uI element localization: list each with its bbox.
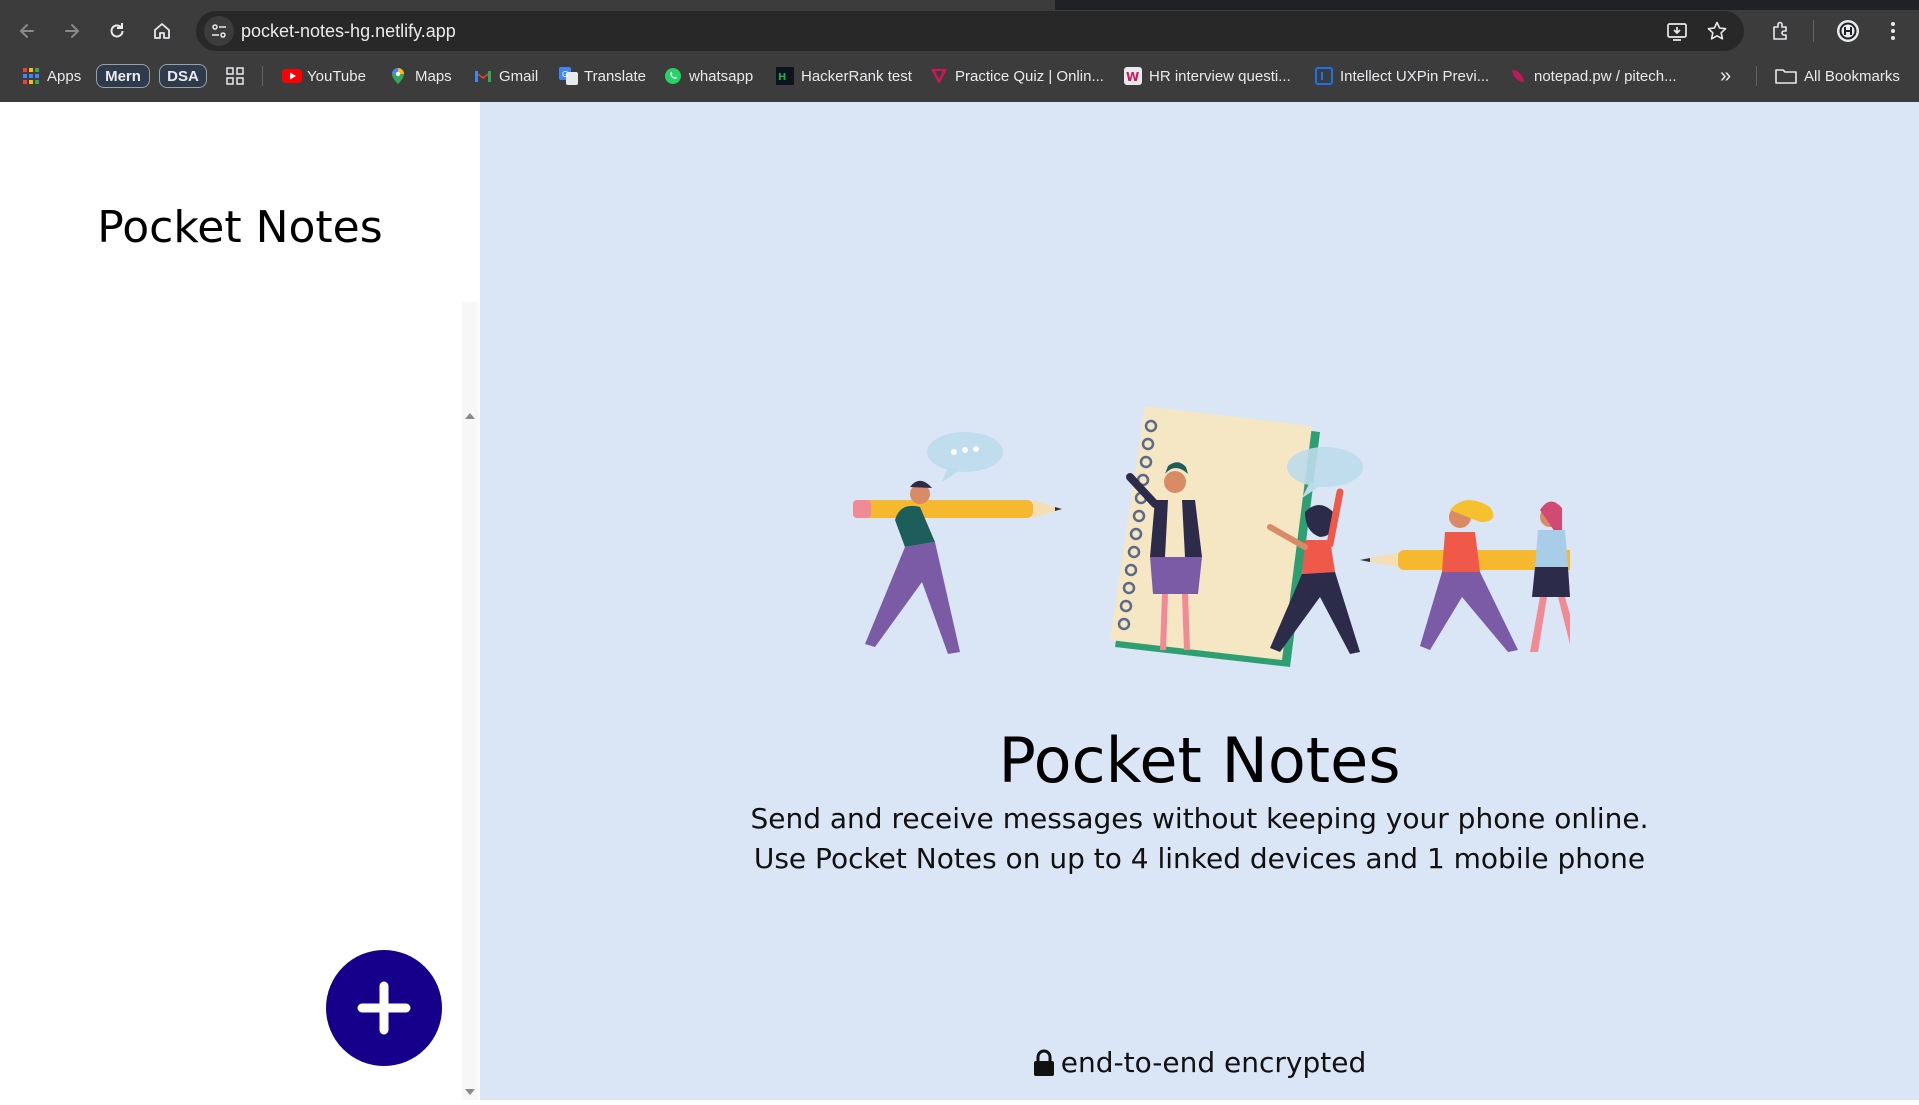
sidebar-title: Pocket Notes bbox=[97, 202, 383, 253]
bookmark-label: Maps bbox=[415, 67, 452, 85]
bookmarks-overflow-button[interactable]: » bbox=[1720, 62, 1731, 90]
bookmark-youtube[interactable]: YouTube bbox=[282, 62, 366, 90]
install-icon bbox=[1667, 23, 1687, 41]
bookmark-label: YouTube bbox=[307, 67, 366, 85]
toolbar-divider bbox=[1813, 20, 1814, 42]
install-app-button[interactable] bbox=[1662, 16, 1692, 46]
extensions-button[interactable] bbox=[1764, 14, 1798, 48]
triangle-down-icon bbox=[465, 1089, 475, 1095]
bookmark-label: HackerRank test bbox=[801, 67, 912, 85]
back-arrow-icon bbox=[19, 24, 34, 38]
kebab-menu-icon bbox=[1891, 22, 1895, 40]
uxpin-icon bbox=[1315, 67, 1333, 85]
bookmark-divider bbox=[1756, 66, 1757, 86]
bookmark-hr-interview[interactable]: W HR interview questi... bbox=[1124, 62, 1291, 90]
scroll-down-button[interactable] bbox=[462, 1084, 478, 1100]
bookmark-label: Intellect UXPin Previ... bbox=[1340, 67, 1490, 85]
hero-title: Pocket Notes bbox=[998, 724, 1401, 797]
forward-arrow-icon bbox=[65, 24, 80, 38]
hero-description-line-1: Send and receive messages without keepin… bbox=[750, 802, 1649, 835]
bookmark-uxpin[interactable]: Intellect UXPin Previ... bbox=[1315, 62, 1489, 90]
bookmark-label: Translate bbox=[584, 67, 646, 85]
chrome-menu-button[interactable] bbox=[1876, 14, 1910, 48]
puzzle-icon bbox=[1773, 21, 1787, 40]
bookmark-tab-groups[interactable] bbox=[226, 62, 244, 90]
forward-button[interactable] bbox=[55, 14, 89, 48]
all-bookmarks-label: All Bookmarks bbox=[1804, 67, 1900, 85]
people-with-notebook-illustration bbox=[853, 406, 1570, 667]
star-icon bbox=[1707, 21, 1727, 40]
bookmark-label: HR interview questi... bbox=[1149, 67, 1291, 85]
notepad-icon bbox=[1509, 67, 1527, 85]
person-with-pencil-illustration bbox=[853, 480, 1062, 654]
plus-icon bbox=[357, 981, 411, 1035]
hero-description-line-2: Use Pocket Notes on up to 4 linked devic… bbox=[753, 842, 1646, 875]
bookmark-hackerrank[interactable]: H HackerRank test bbox=[776, 62, 912, 90]
bookmark-notepad[interactable]: notepad.pw / pitech... bbox=[1509, 62, 1677, 90]
reload-button[interactable] bbox=[100, 14, 134, 48]
bookmark-label: Apps bbox=[47, 67, 82, 85]
bookmark-translate[interactable]: G Translate bbox=[559, 62, 646, 90]
bookmark-maps[interactable]: Maps bbox=[390, 62, 452, 90]
translate-icon: G bbox=[559, 67, 578, 85]
maps-icon bbox=[390, 67, 408, 85]
tab-strip bbox=[0, 0, 1919, 10]
triangle-up-icon bbox=[465, 413, 475, 419]
groups-scrollbar[interactable] bbox=[462, 302, 478, 1100]
tune-icon bbox=[212, 24, 226, 38]
sidebar: Pocket Notes bbox=[0, 102, 480, 1100]
bookmark-gmail[interactable]: Gmail bbox=[474, 62, 538, 90]
add-group-button[interactable] bbox=[326, 950, 442, 1066]
scroll-up-button[interactable] bbox=[462, 408, 478, 424]
folder-icon bbox=[1775, 67, 1797, 85]
hackerrank-icon: H bbox=[776, 67, 794, 85]
svg-text:H: H bbox=[778, 72, 786, 83]
bookmark-label: notepad.pw / pitech... bbox=[1534, 67, 1677, 85]
address-bar[interactable]: pocket-notes-hg.netlify.app bbox=[196, 11, 1744, 51]
bookmark-label: Gmail bbox=[499, 67, 539, 85]
main-panel: Pocket Notes Send and receive messages w… bbox=[480, 102, 1919, 1100]
pocket-notes-app: Pocket Notes Pocket Notes Send and recei… bbox=[0, 102, 1919, 1100]
profile-button[interactable] bbox=[1831, 14, 1865, 48]
youtube-icon bbox=[282, 67, 302, 85]
bookmark-folder-dsa[interactable]: DSA bbox=[159, 64, 207, 88]
hr-icon: W bbox=[1124, 67, 1142, 85]
bookmark-label: Practice Quiz | Onlin... bbox=[955, 67, 1104, 85]
active-tab[interactable] bbox=[0, 0, 1055, 10]
bookmark-folder-mern[interactable]: Mern bbox=[96, 64, 150, 88]
url-text[interactable]: pocket-notes-hg.netlify.app bbox=[241, 11, 456, 51]
bookmark-label: whatsapp bbox=[689, 67, 754, 85]
grid-icon bbox=[226, 67, 244, 85]
lock-icon bbox=[1033, 1049, 1054, 1076]
all-bookmarks-button[interactable]: All Bookmarks bbox=[1775, 62, 1900, 90]
bookmark-practice-quiz[interactable]: Practice Quiz | Onlin... bbox=[930, 62, 1104, 90]
profile-avatar-icon bbox=[1837, 20, 1859, 42]
two-people-carrying-pencil-illustration bbox=[1360, 500, 1570, 652]
whatsapp-icon bbox=[664, 67, 682, 85]
back-button[interactable] bbox=[10, 14, 44, 48]
apps-grid-icon bbox=[22, 67, 40, 85]
bookmark-apps[interactable]: Apps bbox=[22, 62, 81, 90]
quiz-icon bbox=[930, 67, 948, 85]
home-icon bbox=[154, 23, 170, 39]
home-button[interactable] bbox=[145, 14, 179, 48]
reload-icon bbox=[110, 23, 124, 38]
bookmark-star-button[interactable] bbox=[1702, 16, 1732, 46]
svg-text:G: G bbox=[562, 70, 568, 79]
browser-toolbar: pocket-notes-hg.netlify.app Apps Mern DS… bbox=[0, 0, 1919, 102]
encryption-notice: end-to-end encrypted bbox=[480, 1046, 1919, 1079]
bookmark-divider bbox=[262, 66, 263, 86]
bookmark-whatsapp[interactable]: whatsapp bbox=[664, 62, 753, 90]
encryption-label: end-to-end encrypted bbox=[1060, 1046, 1367, 1079]
svg-text:W: W bbox=[1126, 70, 1139, 84]
site-info-button[interactable] bbox=[204, 16, 234, 46]
gmail-icon bbox=[474, 67, 492, 85]
